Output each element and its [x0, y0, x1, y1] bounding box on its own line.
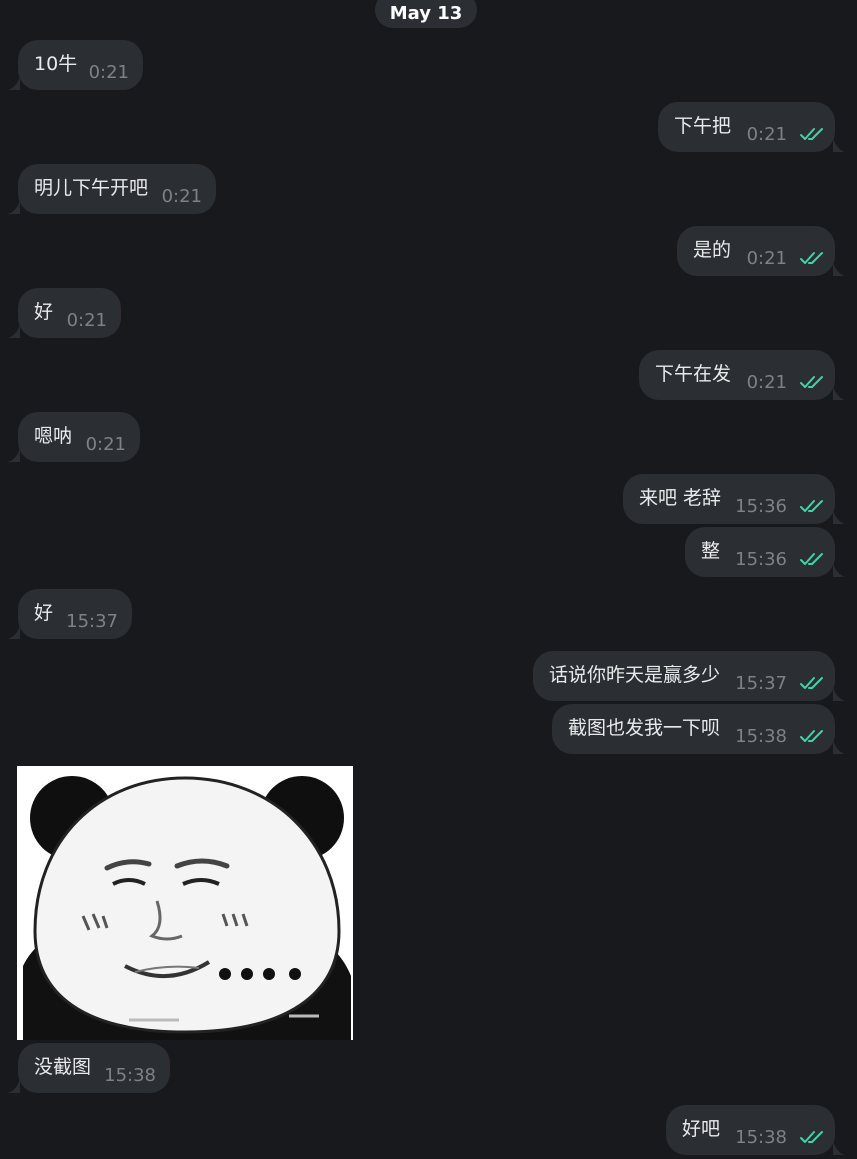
date-separator: May 13 [375, 0, 477, 28]
message-time: 0:21 [746, 248, 787, 269]
message-time: 15:37 [66, 611, 118, 632]
message-text: 截图也发我一下呗 [568, 717, 721, 739]
bubble-tail [8, 448, 20, 462]
message-text: 下午把 [674, 115, 732, 137]
message-text: 没截图 [34, 1056, 92, 1078]
bubble-tail [8, 625, 20, 639]
message-time: 15:36 [735, 549, 787, 570]
incoming-message[interactable]: 好 15:37 [8, 589, 132, 639]
read-double-check-icon [800, 500, 823, 512]
bubble-tail [833, 262, 845, 276]
message-time: 0:21 [746, 124, 787, 145]
outgoing-message[interactable]: 下午在发 0:21 [639, 350, 845, 400]
bubble-tail [833, 510, 845, 524]
message-time: 0:21 [161, 186, 202, 207]
panda-meme-sticker[interactable] [17, 766, 353, 1040]
read-double-check-icon [800, 128, 823, 140]
incoming-message[interactable]: 明儿下午开吧 0:21 [8, 164, 216, 214]
bubble-tail [833, 1141, 845, 1155]
message-time: 15:38 [735, 1127, 787, 1148]
message-text: 整 [701, 540, 721, 562]
message-text: 嗯呐 [34, 425, 73, 447]
message-text: 10牛 [34, 53, 78, 75]
message-text: 来吧 老辞 [639, 487, 722, 509]
message-time: 0:21 [746, 372, 787, 393]
message-time: 15:36 [735, 496, 787, 517]
incoming-message[interactable]: 好 0:21 [8, 288, 121, 338]
message-text: 好 [34, 602, 54, 624]
bubble-tail [8, 200, 20, 214]
read-double-check-icon [800, 553, 823, 565]
message-text: 明儿下午开吧 [34, 177, 149, 199]
message-text: 下午在发 [655, 363, 732, 385]
message-time: 15:37 [735, 673, 787, 694]
message-time: 0:21 [66, 310, 107, 331]
incoming-message[interactable]: 嗯呐 0:21 [8, 412, 140, 462]
message-time: 0:21 [85, 434, 126, 455]
read-double-check-icon [800, 252, 823, 264]
outgoing-message[interactable]: 话说你昨天是赢多少 15:37 [533, 651, 845, 701]
message-text: 是的 [693, 239, 732, 261]
read-double-check-icon [800, 730, 823, 742]
bubble-tail [8, 76, 20, 90]
read-double-check-icon [800, 376, 823, 388]
chat-history: May 13 10牛 0:21 下午把 0:21 明儿下午开吧 0:21 是的 … [0, 0, 857, 1159]
read-double-check-icon [800, 677, 823, 689]
outgoing-message[interactable]: 好吧 15:38 [666, 1105, 845, 1155]
outgoing-message[interactable]: 整 15:36 [685, 527, 845, 577]
bubble-tail [833, 138, 845, 152]
incoming-message[interactable]: 10牛 0:21 [8, 40, 143, 90]
message-text: 话说你昨天是赢多少 [549, 664, 721, 686]
bubble-tail [833, 687, 845, 701]
outgoing-message[interactable]: 截图也发我一下呗 15:38 [552, 704, 845, 754]
bubble-tail [833, 740, 845, 754]
bubble-tail [8, 1079, 20, 1093]
read-double-check-icon [800, 1131, 823, 1143]
message-text: 好 [34, 301, 54, 323]
message-time: 0:21 [88, 62, 129, 83]
message-text: 好吧 [682, 1118, 721, 1140]
message-time: 15:38 [735, 726, 787, 747]
message-time: 15:38 [104, 1065, 156, 1086]
outgoing-message[interactable]: 下午把 0:21 [658, 102, 845, 152]
bubble-tail [833, 563, 845, 577]
panda-meme-image [17, 766, 353, 1040]
bubble-tail [833, 386, 845, 400]
outgoing-message[interactable]: 来吧 老辞 15:36 [623, 474, 845, 524]
incoming-message[interactable]: 没截图 15:38 [8, 1043, 170, 1093]
bubble-tail [8, 324, 20, 338]
outgoing-message[interactable]: 是的 0:21 [677, 226, 845, 276]
